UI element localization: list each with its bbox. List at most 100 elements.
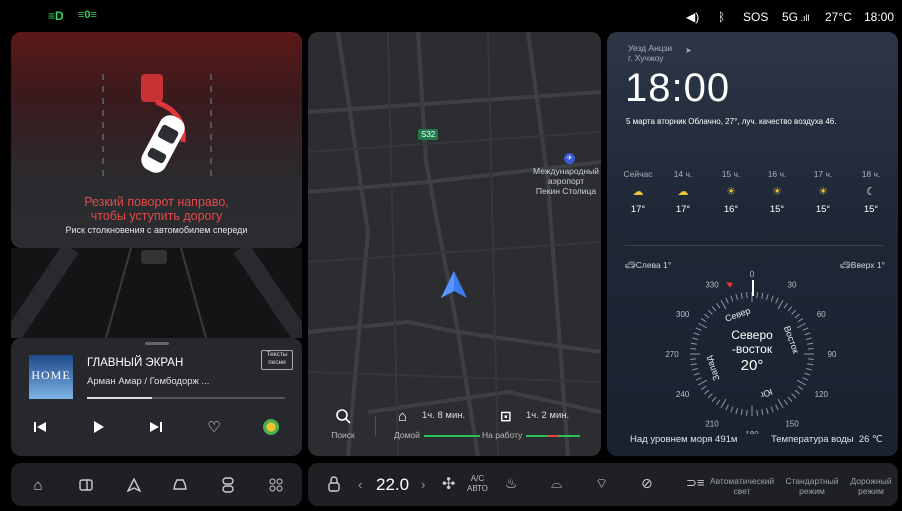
compass-tick [716, 399, 721, 406]
previous-icon[interactable] [31, 418, 49, 436]
play-icon[interactable] [89, 418, 107, 436]
bluetooth-icon[interactable]: ᛒ [718, 10, 725, 24]
steering-heat-icon[interactable]: ⊘ [641, 475, 653, 492]
work-traffic-bar [526, 435, 580, 437]
compass-tick [775, 297, 779, 304]
weather-summary: 5 марта вторник Облачно, 27°, луч. качес… [626, 117, 837, 126]
progress-track[interactable] [87, 397, 285, 399]
sun-icon: ☀ [772, 186, 782, 198]
compass-tick [807, 342, 814, 345]
compass-tick [704, 389, 710, 395]
next-icon[interactable] [147, 418, 165, 436]
fan-icon[interactable]: ✣ [442, 474, 455, 494]
lock-icon[interactable] [325, 475, 343, 493]
album-art[interactable]: HOME [29, 355, 73, 399]
cloudy-icon: ☁ [677, 186, 689, 198]
compass-tick [698, 322, 708, 329]
airport-label[interactable]: Международный аэропорт Пекин Столица [530, 166, 601, 196]
sos-label[interactable]: SOS [743, 10, 768, 24]
compass-tick [740, 292, 743, 299]
hourly-temp: 15° [769, 204, 785, 215]
compass-degree-label: 90 [828, 350, 837, 359]
hourly-temp: 15° [815, 204, 831, 215]
compass-tick [690, 348, 697, 350]
hourly-temp: 16° [723, 204, 739, 215]
weather-compass-widget[interactable]: Уезд Анцзи г. Хучжоу ➤ 18:00 5 марта вто… [607, 32, 898, 456]
compass-tick [802, 377, 809, 381]
hourly-temp: 17° [675, 204, 691, 215]
hourly-label: 18 ч. [861, 169, 881, 179]
speaker-icon[interactable]: ◀) [686, 10, 699, 24]
compass-tick [783, 399, 788, 406]
controls-icon[interactable] [219, 476, 237, 494]
car-icon[interactable] [171, 476, 189, 494]
standard-mode-button[interactable]: Стандартный режим [780, 476, 844, 496]
compass-tick [777, 398, 784, 408]
compass-tick [805, 337, 813, 340]
auto-light-line2: свет [733, 486, 751, 496]
compass-tick [766, 407, 769, 415]
divider [375, 416, 376, 436]
compass-south-label: Юг [758, 387, 774, 401]
heart-icon[interactable]: ♡ [205, 418, 223, 436]
hourly-label: 14 ч. [673, 169, 693, 179]
auto-light-icon[interactable]: ⊃≡ [686, 475, 704, 491]
apps-grid-icon[interactable] [267, 476, 285, 494]
home-route-button[interactable]: ⌂ 1ч. 8 мин. Домой [394, 408, 482, 440]
front-defrost-icon[interactable]: ⌓ [551, 475, 562, 492]
home-label: Домой [394, 430, 420, 440]
temp-decrease-icon[interactable]: ‹ [358, 477, 362, 492]
location-line1: Уезд Анцзи [628, 43, 673, 53]
hourly-temp: 17° [630, 204, 646, 215]
alert-subtitle: Риск столкновения с автомобилем спереди [65, 225, 248, 235]
compass-heading: Северо -восток 20° [717, 328, 787, 373]
compass-tick [797, 385, 804, 390]
ac-temperature: 22.0 [376, 475, 410, 494]
compass-tick [735, 293, 738, 301]
airport-icon[interactable]: ✈ [564, 153, 575, 164]
search-label: Поиск [331, 430, 355, 440]
clock: 18:00 [864, 10, 895, 24]
home-icon[interactable]: ⌂ [29, 476, 47, 494]
compass-tick [730, 295, 734, 302]
hourly-item: Сейчас ☁ 17° [618, 169, 658, 215]
navigation-icon[interactable] [125, 476, 143, 494]
compass-tick [807, 348, 814, 350]
rear-defrost-icon[interactable]: ⌔ [595, 475, 608, 493]
car-icon [141, 115, 185, 173]
compass-tick [756, 292, 758, 299]
compass-degree-label: 30 [788, 281, 797, 290]
compass-tick [691, 337, 699, 340]
fog-light-icon: ≡0≡ [78, 9, 97, 21]
compass-tick [794, 389, 800, 395]
side-screen-icon[interactable] [77, 476, 95, 494]
auto-light-button[interactable]: Автоматический свет [704, 476, 780, 496]
panel-divider [625, 245, 883, 246]
standard-line2: режим [799, 486, 825, 496]
collision-alert-panel: Резкий поворот направо, чтобы уступить д… [11, 32, 302, 248]
temp-increase-icon[interactable]: › [421, 477, 425, 492]
work-route-button[interactable]: ⊡ 1ч. 2 мин. На работу [482, 408, 582, 440]
auto-label: АВТО [467, 484, 488, 493]
drag-handle[interactable] [145, 342, 169, 345]
location-line2: г. Хучжоу [628, 53, 664, 63]
compass-tick [777, 300, 784, 310]
road-mode-button[interactable]: Дорожный режим [844, 476, 898, 496]
alert-title-line1: Резкий поворот направо, [84, 195, 229, 209]
lyrics-button[interactable]: Тексты песни [261, 350, 293, 370]
compass-degree-label: 210 [705, 419, 719, 428]
compass-tick [735, 407, 738, 415]
auto-light-line1: Автоматический [709, 476, 775, 486]
song-title: ГЛАВНЫЙ ЭКРАН [87, 357, 184, 369]
home-time: 1ч. 8 мин. [422, 410, 466, 421]
ac-auto-button[interactable]: A/C АВТО [467, 474, 488, 494]
compass-degree-label: 330 [705, 281, 719, 290]
compass-tick [740, 409, 743, 416]
work-time: 1ч. 2 мин. [526, 410, 570, 421]
music-app-icon[interactable] [263, 419, 279, 435]
seat-heating-icon[interactable]: ♨ [505, 475, 518, 492]
compass-tick [766, 293, 769, 301]
search-button[interactable]: Поиск [328, 408, 358, 440]
navigation-map[interactable]: S32 ✈ Международный аэропорт Пекин Столи… [308, 32, 601, 456]
compass-tick [756, 409, 758, 416]
